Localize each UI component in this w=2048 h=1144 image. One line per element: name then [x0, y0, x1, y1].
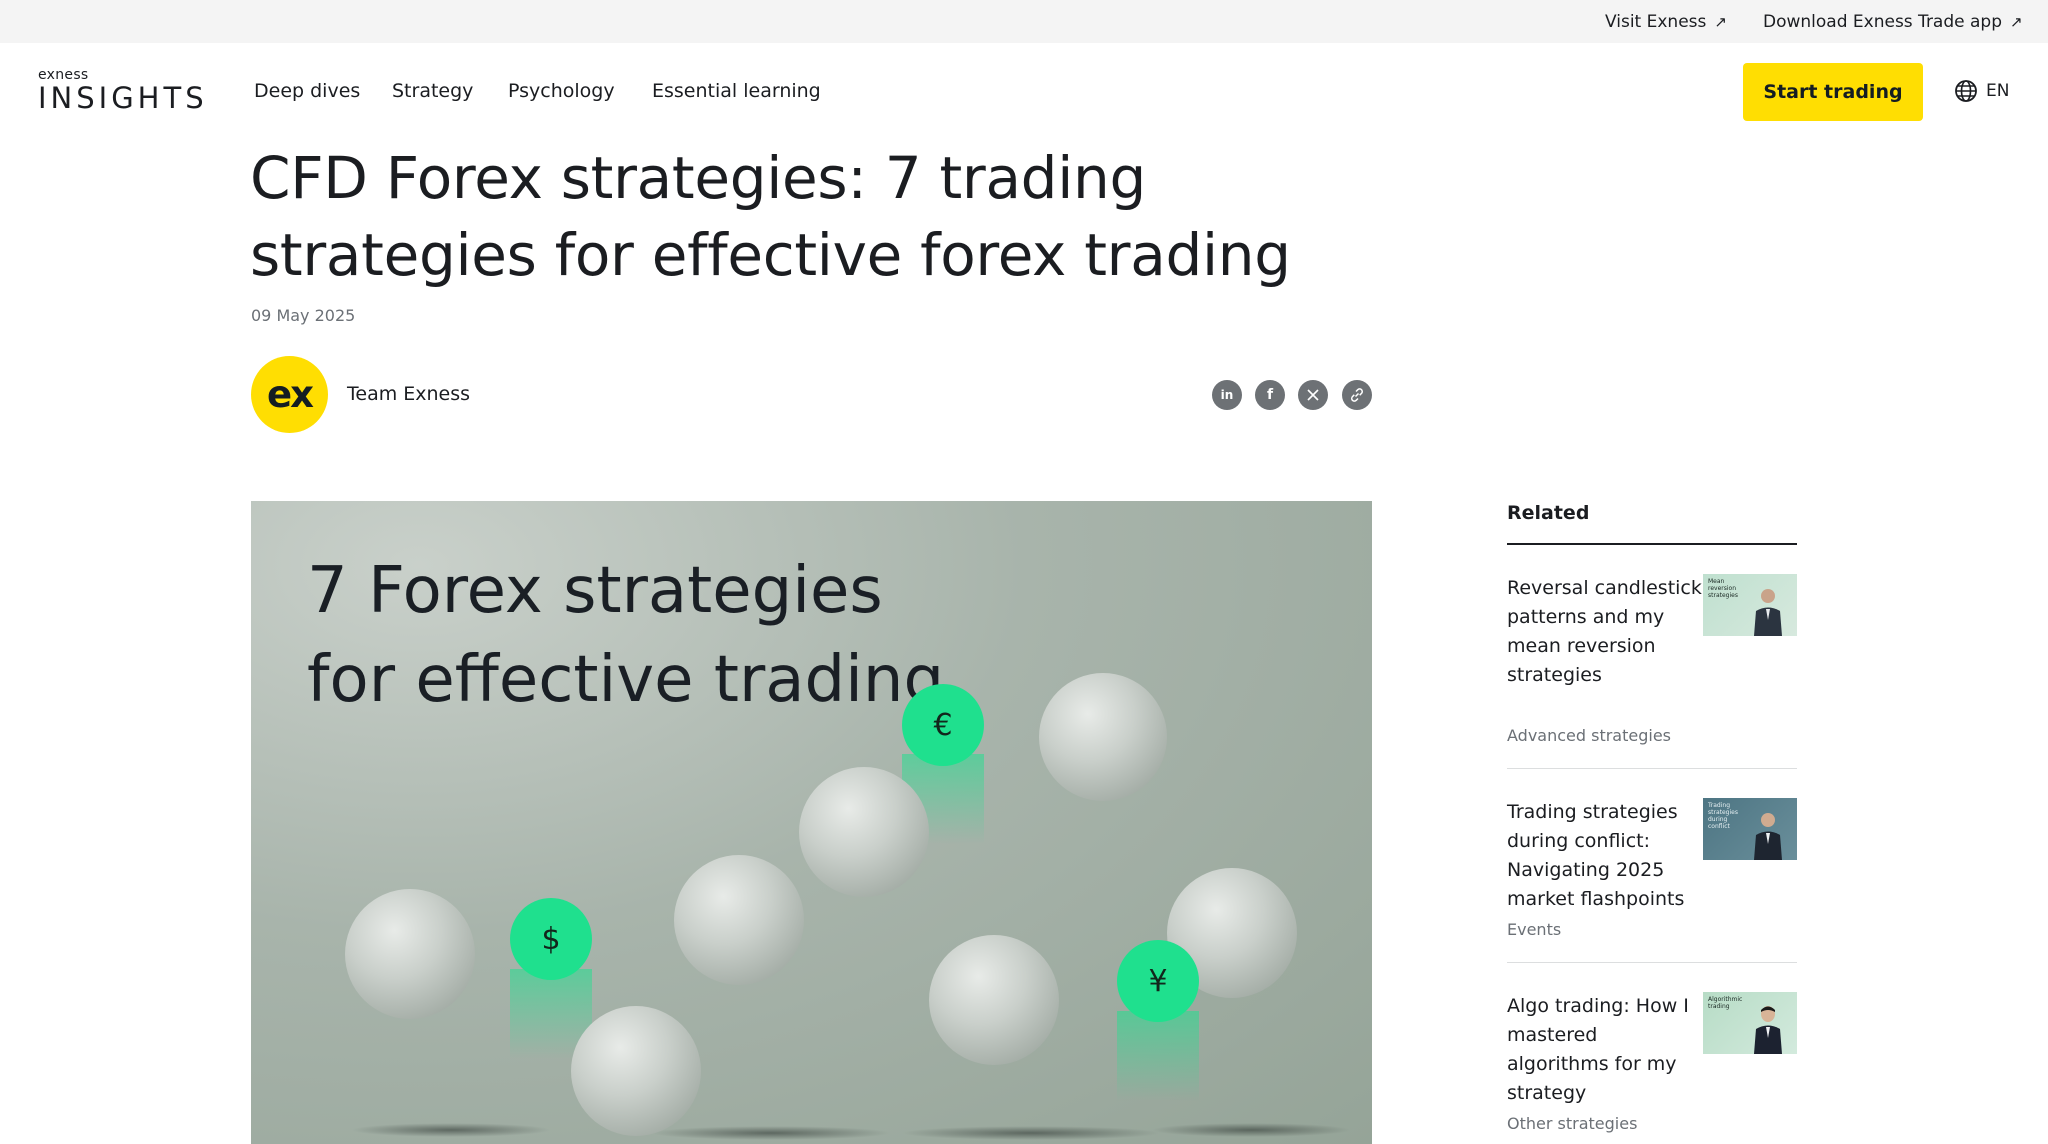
- nav-deep-dives[interactable]: Deep dives: [254, 80, 360, 102]
- related-item-category: Advanced strategies: [1507, 726, 1672, 745]
- exness-insights-logo[interactable]: exness INSIGHTS: [38, 68, 208, 113]
- link-icon: [1351, 388, 1363, 402]
- nav-psychology[interactable]: Psychology: [508, 80, 615, 102]
- person-thumbnail-icon: [1754, 1006, 1782, 1054]
- related-item[interactable]: Reversal candlestick patterns and my mea…: [1507, 574, 1797, 749]
- download-app-link[interactable]: Download Exness Trade app ↗: [1763, 12, 2023, 32]
- share-x-button[interactable]: [1298, 380, 1328, 410]
- related-separator: [1507, 962, 1797, 963]
- related-separator: [1507, 768, 1797, 769]
- x-icon: [1307, 389, 1319, 401]
- top-utility-bar: Visit Exness ↗ Download Exness Trade app…: [0, 0, 2048, 43]
- language-label: EN: [1986, 81, 2010, 101]
- related-item[interactable]: Trading strategies during conflict: Navi…: [1507, 798, 1797, 973]
- author-name[interactable]: Team Exness: [347, 383, 470, 405]
- copy-link-button[interactable]: [1342, 380, 1372, 410]
- external-arrow-icon: ↗: [2010, 12, 2023, 31]
- external-arrow-icon: ↗: [1714, 12, 1727, 31]
- related-item-title[interactable]: Trading strategies during conflict: Navi…: [1507, 798, 1702, 914]
- start-trading-button[interactable]: Start trading: [1743, 63, 1923, 121]
- facebook-icon: f: [1266, 387, 1274, 403]
- language-selector[interactable]: EN: [1954, 79, 2009, 103]
- person-thumbnail-icon: [1754, 813, 1782, 860]
- euro-coin-icon: €: [902, 684, 984, 766]
- related-item-thumbnail[interactable]: Mean reversion strategies: [1703, 574, 1797, 636]
- related-item[interactable]: Algo trading: How I mastered algorithms …: [1507, 992, 1797, 1144]
- yen-coin-icon: ¥: [1117, 940, 1199, 1022]
- linkedin-icon: in: [1220, 388, 1234, 402]
- sphere: [674, 855, 804, 985]
- thumbnail-caption: Algorithmic trading: [1708, 996, 1743, 1010]
- download-app-label: Download Exness Trade app: [1763, 12, 2003, 32]
- sphere-shadow: [651, 1126, 891, 1140]
- visit-exness-label: Visit Exness: [1605, 12, 1707, 32]
- article-title: CFD Forex strategies: 7 trading strategi…: [250, 144, 1291, 289]
- related-item-thumbnail[interactable]: Algorithmic trading: [1703, 992, 1797, 1054]
- logo-small-text: exness: [38, 67, 89, 83]
- sphere: [929, 935, 1059, 1065]
- hero-headline: 7 Forex strategies for effective trading: [307, 554, 945, 717]
- person-thumbnail-icon: [1754, 589, 1782, 636]
- related-divider: [1507, 543, 1797, 545]
- share-facebook-button[interactable]: f: [1255, 380, 1285, 410]
- related-item-thumbnail[interactable]: Trading strategies during conflict: [1703, 798, 1797, 860]
- sphere: [799, 767, 929, 897]
- author-avatar: ex: [251, 356, 328, 433]
- globe-icon: [1955, 80, 1977, 102]
- article-hero-image: 7 Forex strategies for effective trading…: [251, 501, 1372, 1144]
- coin-trail: [1117, 1011, 1199, 1101]
- nav-essential-learning[interactable]: Essential learning: [652, 80, 821, 102]
- thumbnail-caption: Trading strategies during conflict: [1708, 802, 1738, 830]
- sphere-shadow: [1151, 1123, 1351, 1137]
- sphere-shadow: [901, 1126, 1161, 1140]
- related-item-title[interactable]: Algo trading: How I mastered algorithms …: [1507, 992, 1702, 1108]
- related-item-title[interactable]: Reversal candlestick patterns and my mea…: [1507, 574, 1702, 690]
- related-item-category: Events: [1507, 920, 1562, 939]
- sphere: [1039, 673, 1167, 801]
- related-heading: Related: [1507, 502, 1590, 524]
- visit-exness-link[interactable]: Visit Exness ↗: [1605, 12, 1727, 32]
- share-linkedin-button[interactable]: in: [1212, 380, 1242, 410]
- sphere-shadow: [351, 1123, 551, 1137]
- nav-strategy[interactable]: Strategy: [392, 80, 473, 102]
- logo-big-text: INSIGHTS: [38, 81, 208, 115]
- related-item-category: Other strategies: [1507, 1114, 1638, 1133]
- sphere: [571, 1006, 701, 1136]
- sphere: [345, 889, 475, 1019]
- article-date: 09 May 2025: [251, 306, 356, 325]
- thumbnail-caption: Mean reversion strategies: [1708, 578, 1738, 599]
- dollar-coin-icon: $: [510, 898, 592, 980]
